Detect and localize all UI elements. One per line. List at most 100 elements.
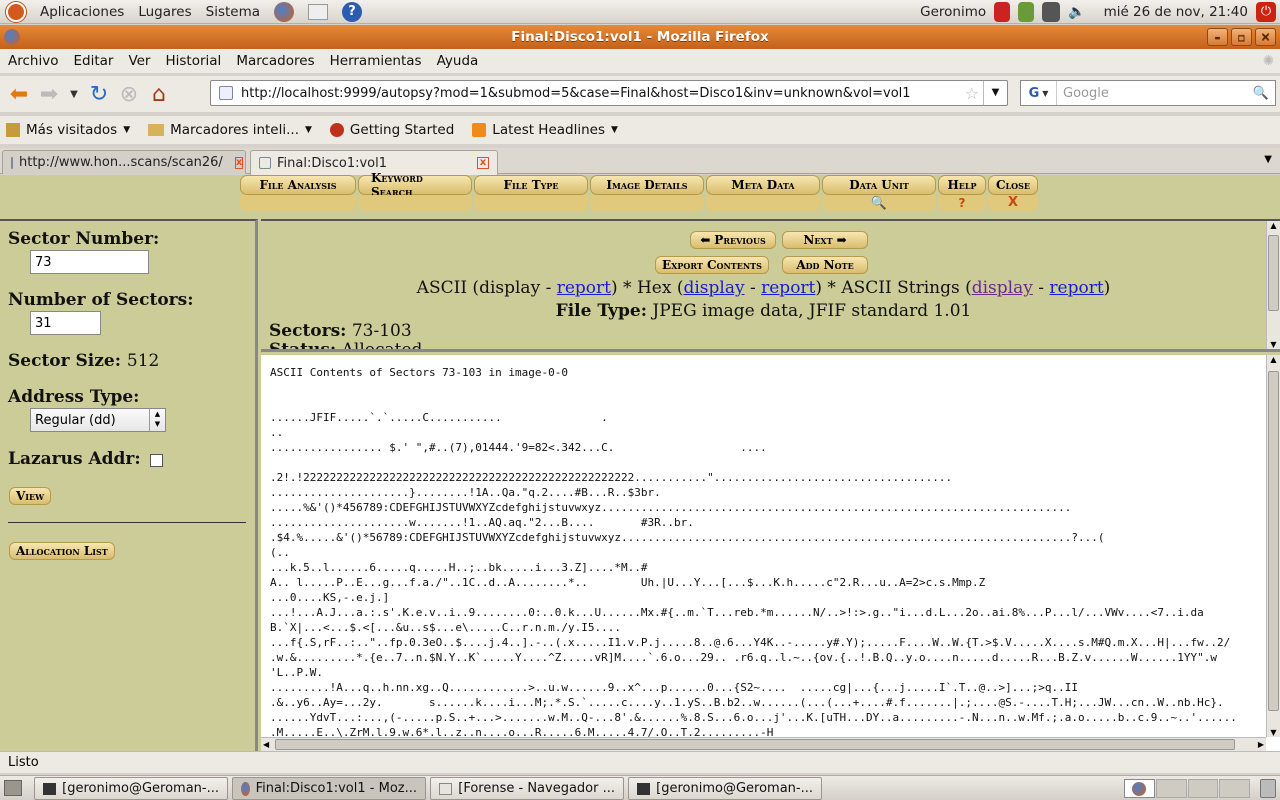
- window-titlebar[interactable]: Final:Disco1:vol1 - Mozilla Firefox – ▫ …: [0, 25, 1280, 49]
- workspace-3[interactable]: [1187, 779, 1219, 798]
- clock[interactable]: mié 26 de nov, 21:40: [1104, 4, 1248, 20]
- workspace-switcher[interactable]: [1124, 779, 1250, 798]
- tab-list-dropdown-icon[interactable]: ▼: [1264, 154, 1272, 165]
- battery-icon[interactable]: [1018, 2, 1035, 22]
- reload-icon[interactable]: ↻: [84, 79, 114, 109]
- trash-icon[interactable]: [1260, 779, 1276, 798]
- keyword-search-tab[interactable]: Keyword Search: [358, 171, 472, 199]
- file-analysis-tab[interactable]: File Analysis: [240, 175, 356, 195]
- url-bar[interactable]: http://localhost:9999/autopsy?mod=1&subm…: [210, 80, 1008, 106]
- bookmark-latest-headlines[interactable]: Latest Headlines ▼: [472, 122, 618, 138]
- strings-report-link[interactable]: report: [1049, 278, 1103, 298]
- stop-icon[interactable]: ⊗: [114, 79, 144, 109]
- menu-ayuda[interactable]: Ayuda: [437, 53, 479, 69]
- content-hscrollbar[interactable]: ◀ ▶: [261, 737, 1266, 751]
- window-title: Final:Disco1:vol1 - Mozilla Firefox: [511, 29, 769, 45]
- scroll-left-icon[interactable]: ◀: [263, 738, 269, 751]
- firefox-launcher-icon[interactable]: [274, 1, 295, 22]
- back-arrow-icon[interactable]: ⬅: [4, 79, 34, 109]
- address-type-select[interactable]: Regular (dd) ▲ ▼: [30, 408, 166, 432]
- close-tab-icon[interactable]: x: [234, 156, 244, 169]
- strings-display-link[interactable]: display: [972, 278, 1033, 298]
- ubuntu-logo-icon[interactable]: [6, 1, 26, 22]
- scroll-right-icon[interactable]: ▶: [1258, 738, 1264, 751]
- scroll-up-icon[interactable]: ▲: [1267, 355, 1280, 364]
- number-of-sectors-input[interactable]: 31: [30, 311, 101, 335]
- data-unit-tab[interactable]: Data Unit: [822, 175, 936, 195]
- previous-button[interactable]: ⬅ Previous: [690, 231, 776, 249]
- scroll-up-icon[interactable]: ▲: [1267, 221, 1280, 230]
- top-panel: Aplicaciones Lugares Sistema ? Geronimo …: [0, 0, 1280, 24]
- scroll-thumb[interactable]: [1268, 371, 1279, 711]
- add-note-button[interactable]: Add Note: [782, 256, 868, 274]
- history-dropdown-icon[interactable]: ▼: [64, 79, 84, 109]
- task-terminal-2[interactable]: [geronimo@Geroman-...: [628, 777, 822, 800]
- export-contents-button[interactable]: Export Contents: [655, 256, 769, 274]
- lazarus-checkbox[interactable]: [150, 454, 163, 467]
- bookmark-most-visited[interactable]: Más visitados ▼: [6, 122, 130, 138]
- bookmark-smart-bookmarks[interactable]: Marcadores inteli... ▼: [148, 122, 312, 138]
- network-icon[interactable]: [1042, 2, 1061, 22]
- close-window-button[interactable]: ✕: [1255, 28, 1276, 46]
- view-button[interactable]: View: [9, 487, 52, 505]
- volume-icon[interactable]: 🔈: [1068, 4, 1085, 20]
- hex-report-link[interactable]: report: [761, 278, 815, 298]
- shutdown-icon[interactable]: ⏻: [1256, 2, 1276, 22]
- task-firefox[interactable]: Final:Disco1:vol1 - Moz...: [232, 777, 426, 800]
- content-vscrollbar[interactable]: ▲ ▼: [1266, 355, 1280, 737]
- update-notifier-icon[interactable]: [994, 2, 1011, 22]
- firefox-bookmark-icon: [329, 123, 344, 137]
- tab-strip: http://www.hon...scans/scan26/ x Final:D…: [0, 148, 1280, 175]
- hex-display-link[interactable]: display: [683, 278, 744, 298]
- window-menu-icon[interactable]: [4, 29, 20, 45]
- tab-scan26[interactable]: http://www.hon...scans/scan26/ x: [2, 150, 246, 174]
- task-terminal-1[interactable]: [geronimo@Geroman-...: [34, 777, 228, 800]
- hscroll-thumb[interactable]: [275, 739, 1235, 750]
- bookmark-getting-started[interactable]: Getting Started: [329, 122, 454, 138]
- url-text[interactable]: http://localhost:9999/autopsy?mod=1&subm…: [241, 86, 911, 101]
- next-button[interactable]: Next ➡: [782, 231, 868, 249]
- bookmark-star-icon[interactable]: ☆: [965, 84, 979, 103]
- workspace-4[interactable]: [1219, 779, 1250, 798]
- menu-historial[interactable]: Historial: [165, 53, 221, 69]
- ascii-report-link[interactable]: report: [557, 278, 611, 298]
- scroll-down-icon[interactable]: ▼: [1267, 728, 1280, 737]
- menu-marcadores[interactable]: Marcadores: [236, 53, 314, 69]
- mail-launcher-icon[interactable]: [308, 3, 329, 20]
- search-engine-icon[interactable]: G ▼: [1021, 81, 1057, 105]
- scroll-thumb[interactable]: [1268, 235, 1279, 311]
- url-dropdown-icon[interactable]: ▼: [983, 81, 1007, 105]
- home-icon[interactable]: ⌂: [144, 79, 174, 109]
- maximize-button[interactable]: ▫: [1231, 28, 1252, 46]
- close-tab-icon[interactable]: x: [477, 157, 489, 169]
- image-details-tab[interactable]: Image Details: [590, 175, 704, 195]
- system-menu[interactable]: Sistema: [206, 4, 260, 20]
- forward-arrow-icon[interactable]: ➡: [34, 79, 64, 109]
- minimize-button[interactable]: –: [1207, 28, 1228, 46]
- places-menu[interactable]: Lugares: [138, 4, 191, 20]
- meta-data-tab[interactable]: Meta Data: [706, 175, 820, 195]
- help-tab[interactable]: Help: [938, 175, 986, 195]
- search-input[interactable]: G ▼ Google 🔍: [1020, 80, 1276, 106]
- file-type-tab[interactable]: File Type: [474, 175, 588, 195]
- close-tab[interactable]: Close: [988, 175, 1038, 195]
- user-name[interactable]: Geronimo: [920, 4, 986, 20]
- help-launcher-icon[interactable]: ?: [342, 1, 363, 22]
- menu-ver[interactable]: Ver: [128, 53, 150, 69]
- page-icon: [11, 156, 13, 169]
- menu-archivo[interactable]: Archivo: [8, 53, 58, 69]
- sector-number-input[interactable]: 73: [30, 250, 149, 274]
- workspace-1[interactable]: [1124, 779, 1155, 798]
- ascii-dump-line: [270, 455, 1264, 470]
- allocation-list-button[interactable]: Allocation List: [9, 542, 115, 560]
- scroll-down-icon[interactable]: ▼: [1267, 340, 1280, 349]
- info-scrollbar[interactable]: ▲ ▼: [1266, 221, 1280, 349]
- search-icon[interactable]: 🔍: [1253, 86, 1269, 101]
- workspace-2[interactable]: [1155, 779, 1187, 798]
- select-arrows-icon: ▲ ▼: [149, 409, 165, 431]
- show-desktop-icon[interactable]: [4, 780, 22, 796]
- menu-herramientas[interactable]: Herramientas: [330, 53, 422, 69]
- task-file-browser[interactable]: [Forense - Navegador ...: [430, 777, 624, 800]
- menu-editar[interactable]: Editar: [73, 53, 113, 69]
- applications-menu[interactable]: Aplicaciones: [40, 4, 124, 20]
